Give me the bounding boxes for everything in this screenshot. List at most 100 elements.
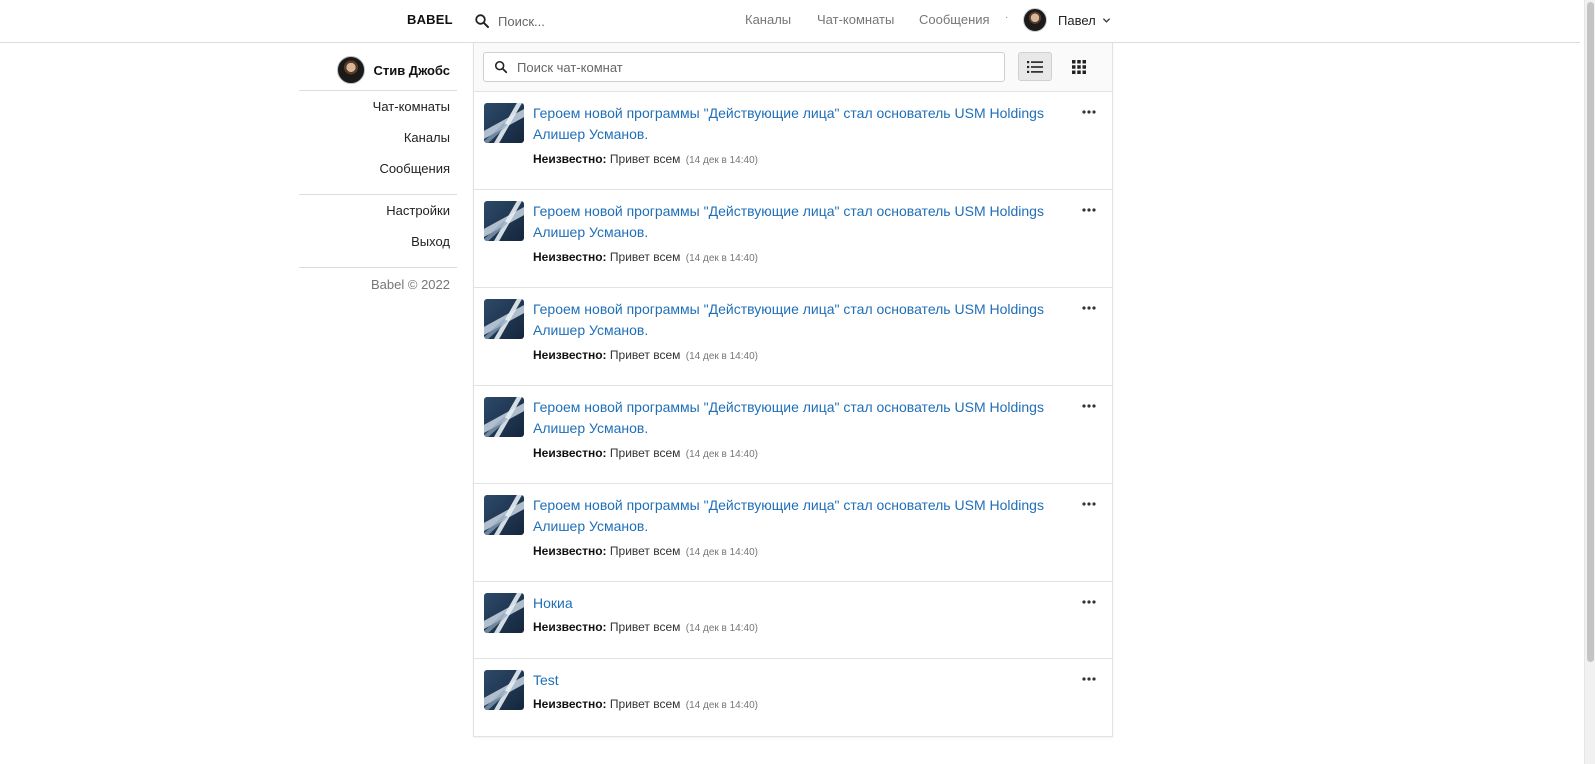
search-icon bbox=[494, 60, 508, 74]
list-view-icon bbox=[1027, 60, 1043, 73]
room-thumbnail[interactable] bbox=[484, 495, 524, 535]
sidebar-item-chat-rooms[interactable]: Чат-комнаты bbox=[299, 97, 457, 128]
sidebar-account-group: Настройки Выход bbox=[299, 194, 457, 267]
top-navbar: BABEL Каналы Чат-комнаты Сообщения · Пав… bbox=[0, 0, 1580, 43]
room-image bbox=[484, 299, 524, 339]
room-more-button[interactable] bbox=[1080, 105, 1098, 119]
grid-view-icon bbox=[1072, 59, 1086, 74]
chat-rooms-panel: Героем новой программы "Действующие лица… bbox=[473, 43, 1113, 737]
room-list-item[interactable]: Нокиа Неизвестно: Привет всем (14 дек в … bbox=[474, 582, 1112, 659]
user-menu[interactable]: Павел bbox=[1023, 6, 1111, 34]
room-image bbox=[484, 593, 524, 633]
room-image bbox=[484, 103, 524, 143]
room-title[interactable]: Героем новой программы "Действующие лица… bbox=[533, 397, 1053, 439]
room-more-button[interactable] bbox=[1080, 399, 1098, 413]
room-image bbox=[484, 397, 524, 437]
room-thumbnail[interactable] bbox=[484, 201, 524, 241]
message-author: Неизвестно: bbox=[533, 620, 607, 634]
room-title[interactable]: Героем новой программы "Действующие лица… bbox=[533, 103, 1053, 145]
room-title[interactable]: Героем новой программы "Действующие лица… bbox=[533, 495, 1053, 537]
grid-view-button[interactable] bbox=[1062, 52, 1096, 81]
room-list-item[interactable]: Героем новой программы "Действующие лица… bbox=[474, 484, 1112, 582]
room-list-item[interactable]: Героем новой программы "Действующие лица… bbox=[474, 386, 1112, 484]
room-search-input[interactable] bbox=[517, 59, 987, 75]
sidebar-item-channels[interactable]: Каналы bbox=[299, 128, 457, 159]
nav-channels[interactable]: Каналы bbox=[745, 12, 791, 27]
message-time: (14 дек в 14:40) bbox=[685, 449, 758, 460]
room-more-button[interactable] bbox=[1080, 595, 1098, 609]
list-view-button[interactable] bbox=[1018, 52, 1052, 81]
room-last-message: Неизвестно: Привет всем (14 дек в 14:40) bbox=[533, 697, 758, 711]
rooms-toolbar bbox=[474, 43, 1112, 92]
profile-name: Стив Джобс bbox=[373, 62, 450, 78]
room-list: Героем новой программы "Действующие лица… bbox=[474, 92, 1112, 736]
more-dots-icon bbox=[1082, 600, 1096, 604]
more-dots-icon bbox=[1082, 404, 1096, 408]
more-dots-icon bbox=[1082, 110, 1096, 114]
message-text: Привет всем bbox=[609, 544, 681, 558]
sidebar-nav-group: Чат-комнаты Каналы Сообщения bbox=[299, 90, 457, 194]
message-time: (14 дек в 14:40) bbox=[685, 351, 758, 362]
message-text: Привет всем bbox=[609, 697, 681, 711]
avatar bbox=[1023, 8, 1047, 32]
message-author: Неизвестно: bbox=[533, 697, 607, 711]
room-last-message: Неизвестно: Привет всем (14 дек в 14:40) bbox=[533, 544, 758, 558]
room-thumbnail[interactable] bbox=[484, 670, 524, 710]
user-name: Павел bbox=[1058, 12, 1096, 28]
room-more-button[interactable] bbox=[1080, 301, 1098, 315]
nav-messages[interactable]: Сообщения bbox=[919, 12, 990, 27]
message-text: Привет всем bbox=[609, 446, 681, 460]
room-thumbnail[interactable] bbox=[484, 103, 524, 143]
nav-separator: · bbox=[1005, 12, 1009, 23]
room-more-button[interactable] bbox=[1080, 497, 1098, 511]
room-last-message: Неизвестно: Привет всем (14 дек в 14:40) bbox=[533, 620, 758, 634]
room-more-button[interactable] bbox=[1080, 672, 1098, 686]
room-image bbox=[484, 201, 524, 241]
room-image bbox=[484, 495, 524, 535]
room-thumbnail[interactable] bbox=[484, 593, 524, 633]
message-time: (14 дек в 14:40) bbox=[685, 547, 758, 558]
message-time: (14 дек в 14:40) bbox=[685, 700, 758, 711]
message-time: (14 дек в 14:40) bbox=[685, 623, 758, 634]
more-dots-icon bbox=[1082, 208, 1096, 212]
message-text: Привет всем bbox=[609, 620, 681, 634]
room-thumbnail[interactable] bbox=[484, 299, 524, 339]
message-time: (14 дек в 14:40) bbox=[685, 253, 758, 264]
room-more-button[interactable] bbox=[1080, 203, 1098, 217]
sidebar-item-messages[interactable]: Сообщения bbox=[299, 159, 457, 190]
profile[interactable]: Стив Джобс bbox=[299, 50, 457, 90]
room-search[interactable] bbox=[483, 52, 1005, 82]
room-thumbnail[interactable] bbox=[484, 397, 524, 437]
message-author: Неизвестно: bbox=[533, 152, 607, 166]
copyright: Babel © 2022 bbox=[299, 267, 457, 292]
sidebar: Стив Джобс Чат-комнаты Каналы Сообщения … bbox=[299, 50, 457, 292]
message-author: Неизвестно: bbox=[533, 446, 607, 460]
room-title[interactable]: Test bbox=[533, 670, 1053, 691]
room-list-item[interactable]: Героем новой программы "Действующие лица… bbox=[474, 288, 1112, 386]
room-image bbox=[484, 670, 524, 710]
message-text: Привет всем bbox=[609, 152, 681, 166]
more-dots-icon bbox=[1082, 306, 1096, 310]
sidebar-item-logout[interactable]: Выход bbox=[299, 232, 457, 263]
room-title[interactable]: Нокиа bbox=[533, 593, 1053, 614]
more-dots-icon bbox=[1082, 677, 1096, 681]
chevron-down-icon bbox=[1102, 17, 1110, 23]
more-dots-icon bbox=[1082, 502, 1096, 506]
scrollbar-thumb[interactable] bbox=[1587, 2, 1594, 662]
sidebar-item-settings[interactable]: Настройки bbox=[299, 201, 457, 232]
page-scrollbar[interactable] bbox=[1584, 0, 1595, 764]
profile-avatar bbox=[337, 56, 366, 84]
room-list-item[interactable]: Героем новой программы "Действующие лица… bbox=[474, 92, 1112, 190]
room-title[interactable]: Героем новой программы "Действующие лица… bbox=[533, 299, 1053, 341]
room-title[interactable]: Героем новой программы "Действующие лица… bbox=[533, 201, 1053, 243]
nav-chat-rooms[interactable]: Чат-комнаты bbox=[817, 12, 894, 27]
message-author: Неизвестно: bbox=[533, 250, 607, 264]
room-last-message: Неизвестно: Привет всем (14 дек в 14:40) bbox=[533, 348, 758, 362]
room-last-message: Неизвестно: Привет всем (14 дек в 14:40) bbox=[533, 446, 758, 460]
room-list-item[interactable]: Героем новой программы "Действующие лица… bbox=[474, 190, 1112, 288]
room-last-message: Неизвестно: Привет всем (14 дек в 14:40) bbox=[533, 152, 758, 166]
message-time: (14 дек в 14:40) bbox=[685, 155, 758, 166]
top-nav: Каналы Чат-комнаты Сообщения bbox=[0, 12, 1580, 32]
room-list-item[interactable]: Test Неизвестно: Привет всем (14 дек в 1… bbox=[474, 659, 1112, 736]
message-text: Привет всем bbox=[609, 250, 681, 264]
